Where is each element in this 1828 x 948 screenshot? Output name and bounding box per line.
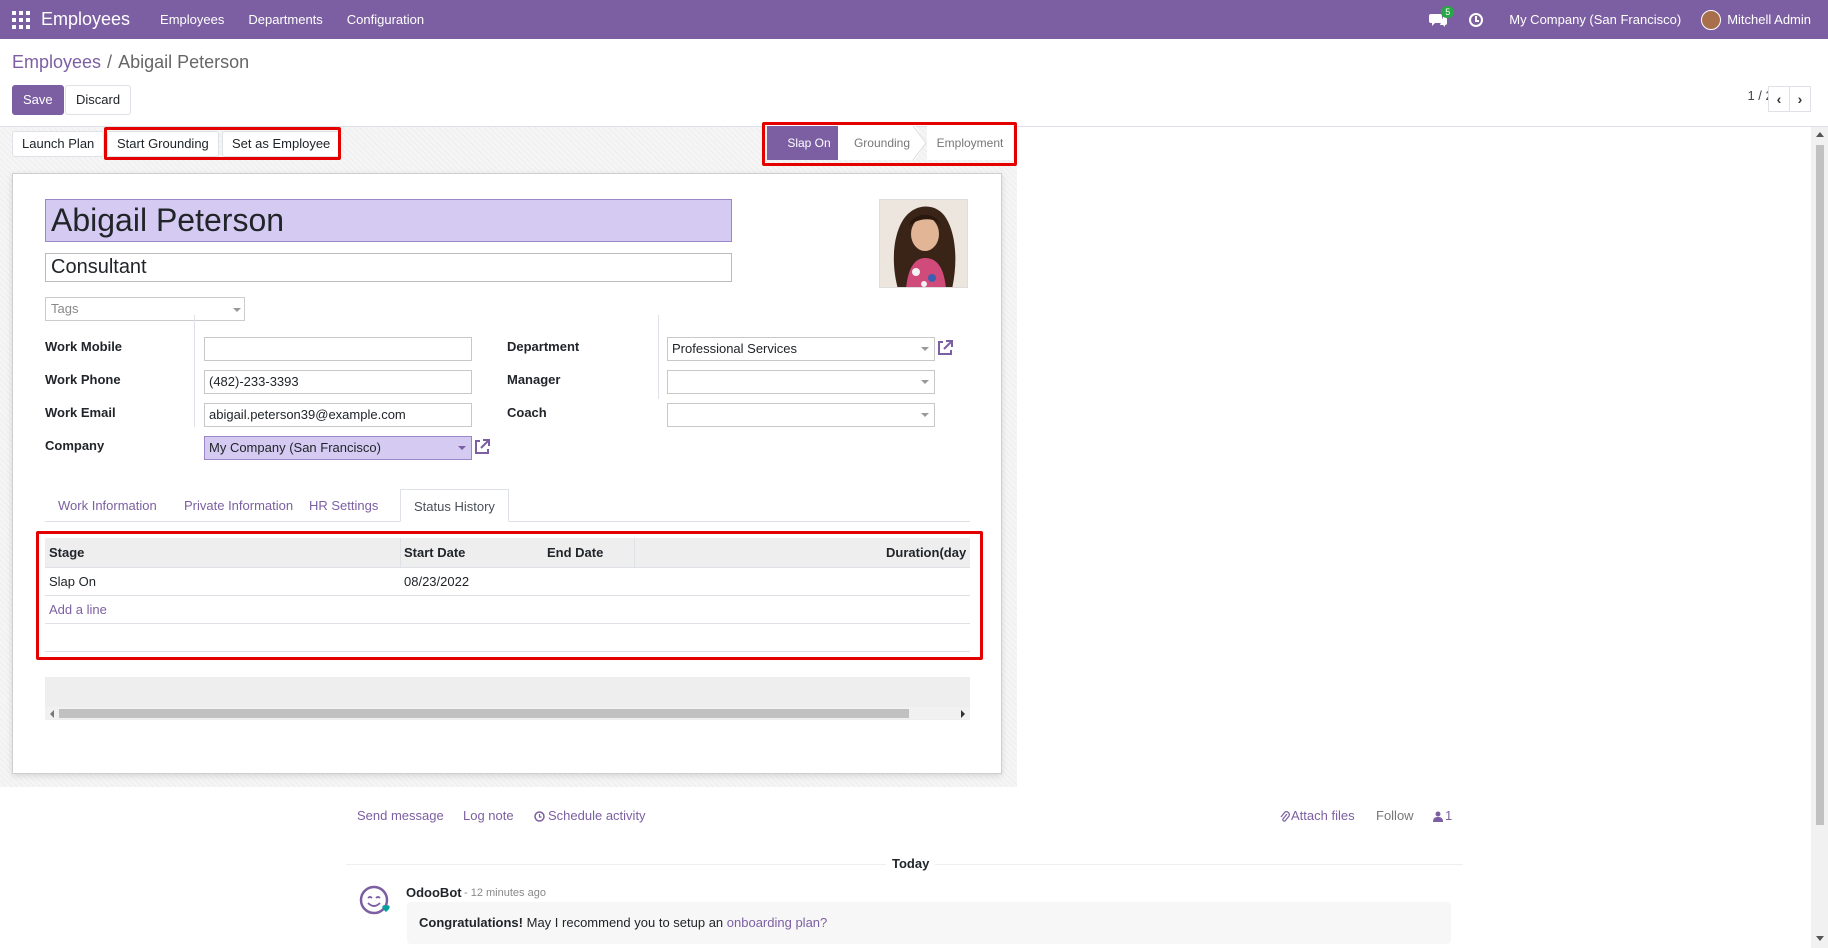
user-menu[interactable]: Mitchell Admin <box>1727 12 1811 27</box>
employee-name-field[interactable]: Abigail Peterson <box>45 199 732 242</box>
followers-user-icon[interactable] <box>1433 811 1443 822</box>
scroll-left-icon[interactable] <box>50 710 54 718</box>
message-bubble: Congratulations! May I recommend you to … <box>407 902 1451 944</box>
scroll-right-icon[interactable] <box>961 710 965 718</box>
scroll-down-icon[interactable] <box>1816 936 1824 941</box>
scroll-up-icon[interactable] <box>1816 132 1824 137</box>
messages-badge: 5 <box>1441 5 1455 18</box>
save-button[interactable]: Save <box>12 85 64 115</box>
coach-select[interactable] <box>667 403 935 427</box>
coach-label: Coach <box>507 405 547 420</box>
message-author[interactable]: OdooBot <box>406 885 462 900</box>
log-note-button[interactable]: Log note <box>463 808 514 823</box>
work-phone-input[interactable]: (482)-233-3393 <box>204 370 472 394</box>
message-timestamp: - 12 minutes ago <box>464 887 546 899</box>
page-vertical-scrollbar[interactable] <box>1811 127 1828 948</box>
table-scroll-area <box>45 677 970 720</box>
department-dropdown-icon[interactable] <box>921 347 929 351</box>
onboarding-plan-link[interactable]: onboarding plan? <box>727 915 827 930</box>
horizontal-scrollbar-thumb[interactable] <box>59 709 909 718</box>
annotation-box-header-buttons <box>104 127 341 160</box>
launch-plan-button[interactable]: Launch Plan <box>12 131 105 157</box>
work-phone-label: Work Phone <box>45 372 121 387</box>
discard-button[interactable]: Discard <box>65 85 132 115</box>
message-body: Congratulations! May I recommend you to … <box>419 915 827 930</box>
work-mobile-label: Work Mobile <box>45 339 123 354</box>
manager-select[interactable] <box>667 370 935 394</box>
job-title-field[interactable]: Consultant <box>45 253 732 282</box>
tab-private-information[interactable]: Private Information <box>171 489 306 522</box>
company-external-link-icon[interactable] <box>473 438 491 456</box>
left-group-separator <box>194 315 195 427</box>
menu-departments[interactable]: Departments <box>248 12 322 27</box>
page-scrollbar-thumb[interactable] <box>1816 145 1824 825</box>
pager-prev-button[interactable]: ‹ <box>1768 86 1790 112</box>
attach-files-button[interactable]: Attach files <box>1291 808 1355 823</box>
coach-dropdown-icon[interactable] <box>921 413 929 417</box>
annotation-box-statusbar <box>762 122 1017 166</box>
company-select[interactable]: My Company (San Francisco) <box>204 436 472 460</box>
right-group-separator <box>658 315 659 399</box>
employee-photo[interactable] <box>879 199 968 288</box>
department-external-link-icon[interactable] <box>936 339 954 357</box>
employee-form-sheet: Abigail Peterson Consultant Tags Work Mo… <box>12 173 1002 774</box>
work-email-label: Work Email <box>45 405 116 420</box>
paperclip-icon <box>1280 811 1290 822</box>
tab-hr-settings[interactable]: HR Settings <box>296 489 391 522</box>
tags-dropdown-icon[interactable] <box>233 308 241 312</box>
breadcrumb-employees[interactable]: Employees <box>12 52 101 72</box>
menu-configuration[interactable]: Configuration <box>347 12 424 27</box>
app-brand[interactable]: Employees <box>41 9 130 30</box>
department-label: Department <box>507 339 580 354</box>
annotation-box-status-table <box>36 531 983 660</box>
work-email-input[interactable]: abigail.peterson39@example.com <box>204 403 472 427</box>
schedule-clock-icon <box>534 811 545 822</box>
followers-count[interactable]: 1 <box>1445 808 1452 823</box>
message-bold: Congratulations! <box>419 915 523 930</box>
tab-status-history[interactable]: Status History <box>400 489 509 522</box>
schedule-activity-button[interactable]: Schedule activity <box>548 808 646 823</box>
company-label: Company <box>45 438 105 453</box>
pager-next-button[interactable]: › <box>1789 86 1811 112</box>
department-select[interactable]: Professional Services <box>667 337 935 361</box>
manager-label: Manager <box>507 372 561 387</box>
notebook-tabs: Work Information Private Information HR … <box>45 489 970 522</box>
send-message-button[interactable]: Send message <box>357 808 444 823</box>
breadcrumb: Employees / Abigail Peterson <box>12 52 249 73</box>
apps-menu-icon[interactable] <box>11 10 31 30</box>
breadcrumb-current: Abigail Peterson <box>118 52 250 72</box>
chat-icon[interactable]: 5 <box>1429 5 1455 27</box>
top-navbar: Employees Employees Departments Configur… <box>0 0 1828 39</box>
tab-work-information[interactable]: Work Information <box>45 489 170 522</box>
company-dropdown-icon[interactable] <box>458 446 466 450</box>
manager-dropdown-icon[interactable] <box>921 380 929 384</box>
breadcrumb-separator: / <box>107 52 113 72</box>
tags-field[interactable]: Tags <box>45 297 245 321</box>
message-text: May I recommend you to setup an <box>523 915 727 930</box>
company-switcher[interactable]: My Company (San Francisco) <box>1509 12 1681 27</box>
menu-employees[interactable]: Employees <box>160 12 224 27</box>
odoobot-avatar-icon <box>359 885 390 915</box>
activity-clock-icon[interactable] <box>1469 12 1484 27</box>
date-separator: Today <box>886 856 936 871</box>
work-mobile-input[interactable] <box>204 337 472 361</box>
user-avatar[interactable] <box>1701 9 1722 30</box>
follow-button[interactable]: Follow <box>1376 808 1414 823</box>
